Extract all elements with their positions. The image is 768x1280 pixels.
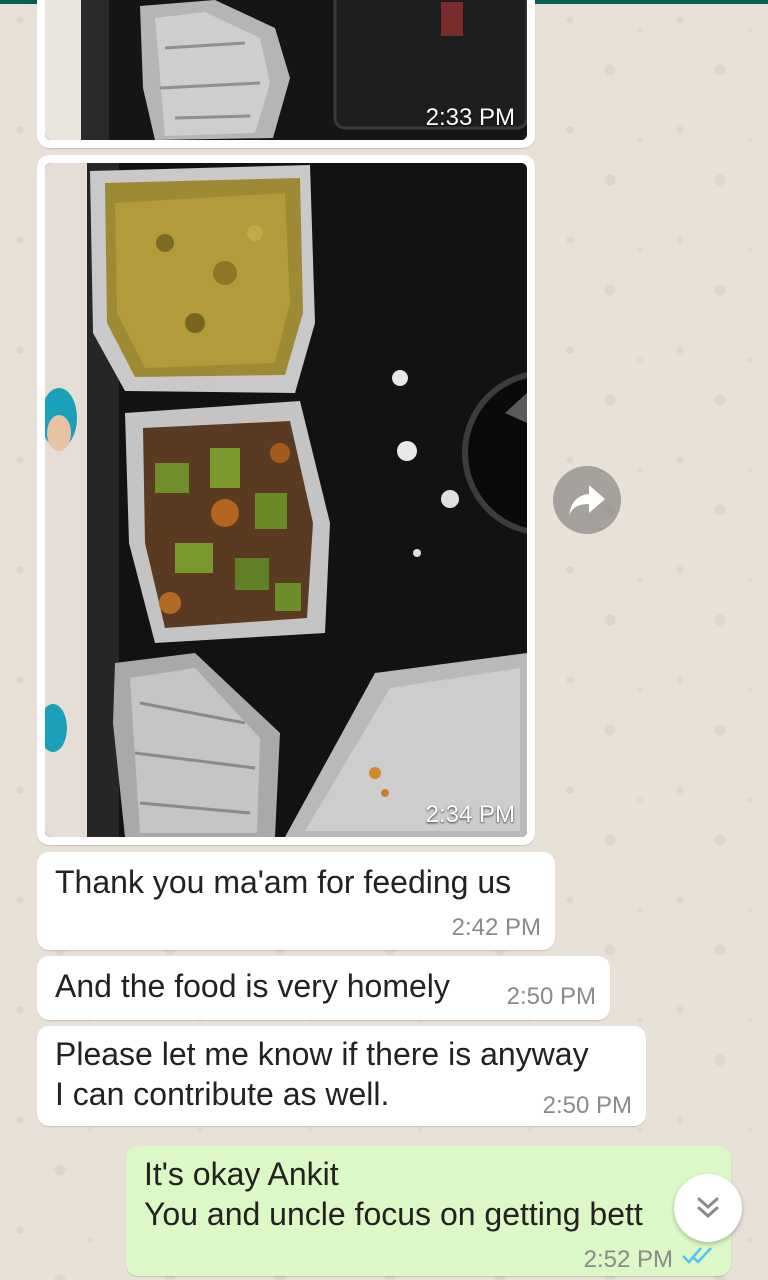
message-text: Please let me know if there is anyway I … (55, 1036, 589, 1112)
text-message-4[interactable]: It's okay Ankit You and uncle focus on g… (126, 1146, 731, 1276)
message-time: 2:50 PM (506, 983, 596, 1010)
message-time: 2:50 PM (542, 1092, 632, 1119)
forward-button[interactable] (553, 466, 621, 534)
double-check-icon (681, 1242, 717, 1273)
message-text: It's okay Ankit You and uncle focus on g… (144, 1156, 643, 1232)
image-message-1[interactable]: 2:33 PM (37, 0, 535, 148)
image-message-2[interactable]: 2:34 PM (37, 155, 535, 845)
message-time: 2:52 PM (583, 1246, 673, 1273)
forward-arrow-icon (569, 485, 605, 515)
message-time: 2:34 PM (425, 801, 515, 828)
text-message-1[interactable]: Thank you ma'am for feeding us 2:42 PM (37, 852, 555, 950)
message-time: 2:42 PM (451, 914, 541, 941)
scroll-to-bottom-button[interactable] (674, 1174, 742, 1242)
text-message-2[interactable]: And the food is very homely 2:50 PM (37, 956, 610, 1020)
double-chevron-down-icon (697, 1197, 719, 1219)
message-time: 2:33 PM (425, 104, 515, 131)
message-text: Thank you ma'am for feeding us (55, 864, 512, 900)
text-message-3[interactable]: Please let me know if there is anyway I … (37, 1026, 646, 1126)
photo-2[interactable] (45, 163, 527, 837)
photo-2-image (45, 163, 527, 837)
message-text: And the food is very homely (55, 968, 450, 1004)
